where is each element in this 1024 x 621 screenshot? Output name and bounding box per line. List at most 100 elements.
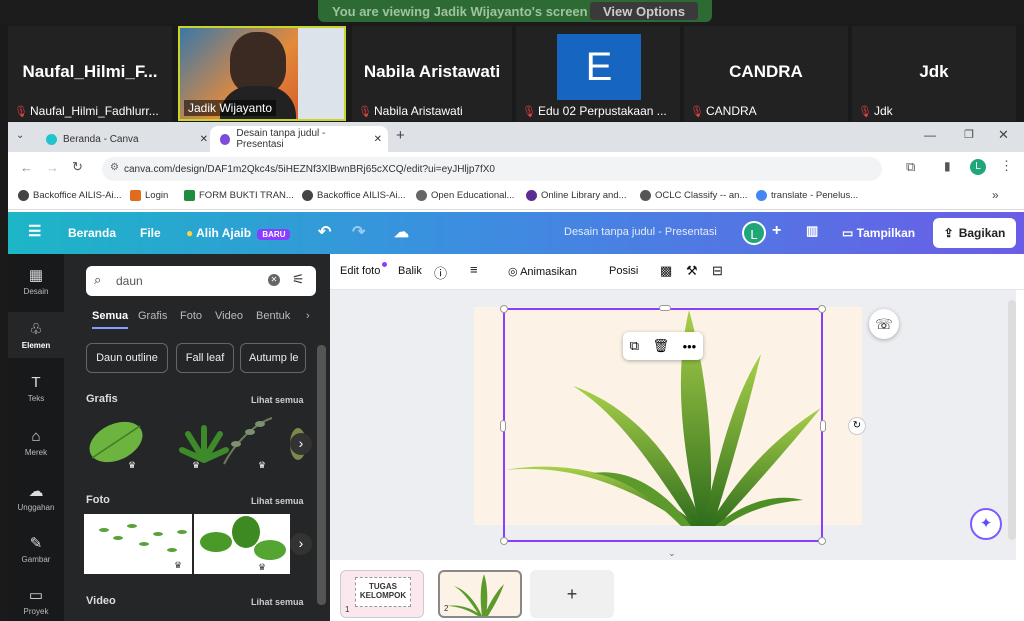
see-all-photos-link[interactable]: Lihat semua: [251, 496, 304, 506]
sidepanel-icon[interactable]: ▮: [944, 159, 951, 173]
resize-handle[interactable]: [818, 537, 826, 545]
rail-item-elements[interactable]: ♧ Elemen: [8, 312, 64, 358]
rail-item-text[interactable]: T Teks: [8, 374, 64, 403]
suggestion-chip[interactable]: Fall leaf: [176, 343, 234, 373]
lock-icon[interactable]: ⊟: [712, 263, 723, 279]
page-thumbnail-2[interactable]: 2: [438, 570, 522, 618]
photos-next-arrow[interactable]: ›: [290, 533, 312, 555]
participant-tile[interactable]: CANDRA 🎙 CANDRA: [684, 26, 848, 121]
resize-handle[interactable]: [818, 305, 826, 313]
search-input[interactable]: ⌕ daun ✕ ⚟: [86, 266, 316, 296]
tab-all[interactable]: Semua: [92, 310, 129, 329]
bookmark-item[interactable]: Login: [130, 190, 168, 201]
close-icon[interactable]: ✕: [374, 134, 382, 145]
bookmark-item[interactable]: Backoffice AILIS-Ai...: [302, 190, 406, 201]
add-comment-icon[interactable]: ☏: [869, 309, 899, 339]
back-icon[interactable]: ←: [20, 160, 33, 175]
suggestion-chip[interactable]: Daun outline: [86, 343, 168, 373]
page-thumbnail-1[interactable]: TUGAS KELOMPOK 1: [340, 570, 424, 618]
trash-icon[interactable]: 🗑: [653, 338, 670, 354]
close-icon[interactable]: ✕: [200, 134, 208, 145]
see-all-graphics-link[interactable]: Lihat semua: [251, 395, 304, 405]
magic-switch-button[interactable]: ● Alih Ajaib BARU: [186, 226, 291, 240]
paint-roller-icon[interactable]: ⚒: [686, 263, 698, 279]
see-all-videos-link[interactable]: Lihat semua: [251, 597, 304, 607]
document-title[interactable]: Desain tanpa judul - Presentasi: [564, 226, 717, 238]
bookmark-item[interactable]: translate - Penelus...: [756, 190, 858, 201]
bookmark-item[interactable]: Online Library and...: [526, 190, 627, 201]
edit-photo-button[interactable]: Edit foto: [340, 265, 380, 277]
site-info-icon[interactable]: ⚙: [110, 162, 119, 173]
rail-item-design[interactable]: ▦ Desain: [8, 266, 64, 296]
bookmark-item[interactable]: Backoffice AILIS-Ai...: [18, 190, 122, 201]
participant-tile[interactable]: Nabila Aristawati 🎙 Nabila Aristawati: [352, 26, 512, 121]
resize-handle[interactable]: [500, 305, 508, 313]
bookmark-item[interactable]: OCLC Classify -- an...: [640, 190, 747, 201]
add-page-button[interactable]: +: [530, 570, 614, 618]
graphics-results[interactable]: ♛ ♛ ♛: [84, 414, 314, 474]
suggestion-chip[interactable]: Autump le: [240, 343, 306, 373]
chevron-right-icon[interactable]: ›: [306, 310, 310, 322]
border-style-icon[interactable]: ≡: [470, 262, 478, 277]
tab-videos[interactable]: Video: [215, 310, 243, 322]
reload-icon[interactable]: ↻: [72, 159, 83, 175]
rail-item-draw[interactable]: ✎ Gambar: [8, 534, 64, 564]
participant-tile[interactable]: Naufal_Hilmi_F... 🎙 Naufal_Hilmi_Fadhlurr…: [8, 26, 172, 121]
magic-assistant-icon[interactable]: ✦: [970, 508, 1002, 540]
rotate-icon[interactable]: ↻: [848, 417, 866, 435]
filter-icon[interactable]: ⚟: [292, 271, 305, 288]
tab-graphics[interactable]: Grafis: [138, 310, 167, 322]
present-button[interactable]: ▭ Tampilkan: [842, 226, 915, 240]
add-collaborator-icon[interactable]: +: [772, 222, 781, 240]
panel-scrollbar[interactable]: [317, 345, 326, 605]
new-tab-button[interactable]: +: [396, 127, 405, 144]
tab-photos[interactable]: Foto: [180, 310, 202, 322]
position-button[interactable]: Posisi: [609, 265, 638, 277]
participant-tile[interactable]: E 🎙 Edu 02 Perpustakaan ...: [516, 26, 680, 121]
tab-shapes[interactable]: Bentuk: [256, 310, 290, 322]
rail-item-uploads[interactable]: ☁ Unggahan: [8, 482, 64, 512]
resize-handle[interactable]: [500, 537, 508, 545]
share-button[interactable]: ⇪ Bagikan: [933, 218, 1016, 248]
bookmark-item[interactable]: FORM BUKTI TRAN...: [184, 190, 294, 201]
undo-icon[interactable]: ↶: [318, 222, 331, 242]
view-options-button[interactable]: View Options: [590, 2, 699, 20]
canvas-scrollbar[interactable]: [1008, 300, 1016, 540]
user-avatar[interactable]: L: [742, 221, 766, 245]
flip-button[interactable]: Balik: [398, 265, 422, 277]
window-close-icon[interactable]: ✕: [998, 127, 1009, 143]
resize-handle[interactable]: [820, 420, 826, 432]
tab-beranda[interactable]: Beranda - Canva ✕: [36, 126, 214, 152]
transparency-icon[interactable]: ▩: [660, 263, 672, 279]
resize-handle[interactable]: [500, 420, 506, 432]
info-icon[interactable]: ⓘ: [434, 263, 447, 282]
menu-dots-icon[interactable]: ⋮: [1000, 158, 1013, 174]
animate-button[interactable]: ◎ Animasikan: [508, 265, 577, 278]
duplicate-icon[interactable]: ⧉: [630, 338, 639, 354]
rail-item-projects[interactable]: ▭ Proyek: [8, 586, 64, 616]
profile-avatar[interactable]: L: [970, 159, 986, 175]
bookmark-item[interactable]: Open Educational...: [416, 190, 514, 201]
chevron-down-icon[interactable]: ⌄: [668, 548, 676, 559]
more-options-icon[interactable]: •••: [683, 339, 697, 354]
tab-search-icon[interactable]: ⌄: [16, 130, 24, 141]
file-menu-button[interactable]: File: [140, 226, 161, 240]
participant-tile[interactable]: Jdk 🎙 Jdk: [852, 26, 1016, 121]
resize-handle[interactable]: [659, 305, 671, 311]
minimize-icon[interactable]: —: [924, 128, 936, 142]
forward-icon[interactable]: →: [46, 160, 59, 175]
extensions-icon[interactable]: ⧉: [906, 159, 915, 175]
tab-desain[interactable]: Desain tanpa judul - Presentasi ✕: [210, 126, 388, 152]
clear-search-icon[interactable]: ✕: [268, 274, 280, 286]
hamburger-menu-icon[interactable]: ☰: [28, 222, 41, 240]
more-bookmarks-icon[interactable]: »: [992, 188, 999, 202]
url-field[interactable]: ⚙ canva.com/design/DAF1m2Qkc4s/5iHEZNf3X…: [102, 157, 882, 181]
photo-results[interactable]: ♛ ♛: [84, 514, 314, 574]
analytics-icon[interactable]: ▥: [806, 223, 818, 239]
participant-tile-active[interactable]: Jadik Wijayanto: [178, 26, 346, 121]
redo-icon[interactable]: ↷: [352, 222, 365, 242]
home-button[interactable]: Beranda: [68, 226, 116, 240]
graphics-next-arrow[interactable]: ›: [290, 433, 312, 455]
rail-item-brand[interactable]: ⌂ Merek: [8, 428, 64, 457]
restore-icon[interactable]: ❐: [964, 128, 974, 141]
